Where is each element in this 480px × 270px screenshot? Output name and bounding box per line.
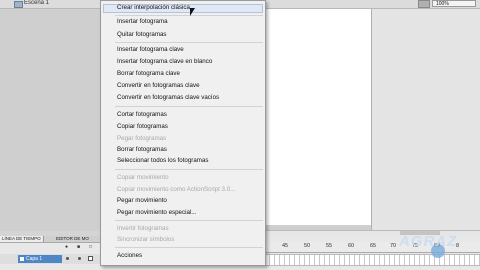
menu-item-copiar-movimiento-actionscript[interactable]: Copiar movimiento como ActionScript 3.0.… — [117, 186, 235, 194]
menu-item-invertir-fotogramas[interactable]: Invertir fotogramas — [117, 225, 169, 233]
ruler-label: 60 — [348, 243, 355, 249]
menu-item-copiar-movimiento[interactable]: Copiar movimiento — [117, 174, 169, 182]
ruler-label: 65 — [370, 243, 377, 249]
scene-icon[interactable] — [14, 1, 23, 8]
layer-controls: ● ■ □ — [62, 244, 100, 252]
layer-row[interactable]: Capa 1 — [0, 254, 100, 264]
eye-icon[interactable]: ● — [64, 245, 69, 250]
stage-canvas[interactable] — [254, 9, 371, 225]
scene-label[interactable]: Escena 1 — [24, 0, 49, 6]
zoom-select[interactable]: 100% — [432, 0, 476, 7]
menu-item-crear-interpolacion-clasica[interactable]: Crear interpolación clásica — [117, 4, 190, 12]
menu-item-convertir-en-fotogramas-clave[interactable]: Convertir en fotogramas clave — [117, 82, 200, 90]
menu-separator — [115, 247, 263, 248]
tab-motion-editor[interactable]: EDITOR DE MO — [54, 236, 91, 242]
layer-icon — [20, 257, 24, 261]
edit-symbols-icon[interactable] — [418, 0, 430, 8]
menu-item-copiar-fotogramas[interactable]: Copiar fotogramas — [117, 123, 168, 131]
menu-item-acciones[interactable]: Acciones — [117, 252, 142, 260]
layer-lock-dot[interactable] — [78, 257, 81, 260]
watermark-logo: AGRAZ — [395, 232, 480, 262]
menu-item-quitar-fotogramas[interactable]: Quitar fotogramas — [117, 31, 167, 39]
tab-timeline[interactable]: LÍNEA DE TIEMPO — [0, 236, 44, 242]
menu-separator — [115, 42, 263, 43]
ruler-label: 50 — [304, 243, 311, 249]
properties-panel — [371, 9, 480, 231]
menu-item-convertir-en-fotogramas-clave-vacios[interactable]: Convertir en fotogramas clave vacíos — [117, 94, 219, 102]
menu-item-pegar-movimiento-especial[interactable]: Pegar movimiento especial... — [117, 209, 196, 217]
context-menu: Crear interpolación clásica Insertar fot… — [100, 0, 266, 266]
layer-outline-box[interactable] — [88, 256, 93, 261]
menu-item-pegar-fotogramas[interactable]: Pegar fotogramas — [117, 135, 166, 143]
menu-item-borrar-fotogramas[interactable]: Borrar fotogramas — [117, 146, 167, 154]
layer-name[interactable]: Capa 1 — [26, 255, 42, 263]
timeline-tabs: LÍNEA DE TIEMPO EDITOR DE MO — [0, 236, 100, 243]
outline-icon[interactable]: □ — [88, 245, 93, 250]
menu-item-insertar-fotograma[interactable]: Insertar fotograma — [117, 18, 168, 26]
menu-item-insertar-fotograma-clave[interactable]: Insertar fotograma clave — [117, 46, 184, 54]
menu-separator — [115, 220, 263, 221]
menu-item-insertar-fotograma-clave-en-blanco[interactable]: Insertar fotograma clave en blanco — [117, 58, 212, 66]
menu-item-pegar-movimiento[interactable]: Pegar movimiento — [117, 197, 167, 205]
menu-item-cortar-fotogramas[interactable]: Cortar fotogramas — [117, 111, 167, 119]
menu-separator — [115, 169, 263, 170]
menu-separator — [115, 106, 263, 107]
ruler-label: 45 — [282, 243, 289, 249]
menu-item-sincronizar-simbolos[interactable]: Sincronizar símbolos — [117, 236, 174, 244]
menu-item-borrar-fotograma-clave[interactable]: Borrar fotograma clave — [117, 70, 180, 78]
menu-separator — [115, 15, 263, 16]
layer-visible-dot[interactable] — [66, 257, 69, 260]
ruler-label: 55 — [326, 243, 333, 249]
menu-item-seleccionar-todos-los-fotogramas[interactable]: Seleccionar todos los fotogramas — [117, 157, 209, 165]
watermark-text: AGRAZ — [399, 233, 458, 250]
lock-icon[interactable]: ■ — [76, 245, 81, 250]
mouse-cursor-icon — [190, 8, 195, 16]
